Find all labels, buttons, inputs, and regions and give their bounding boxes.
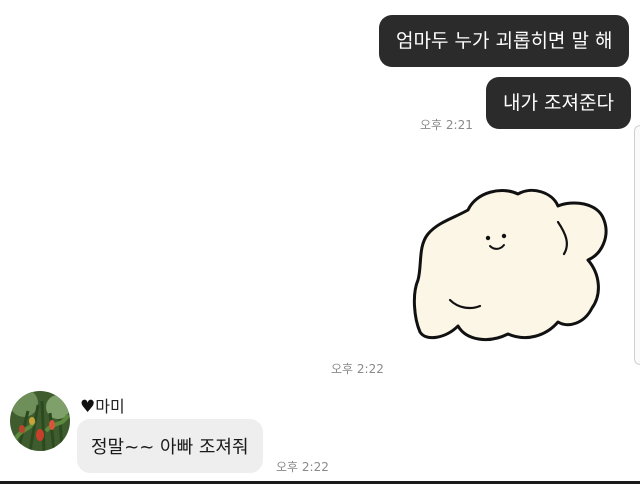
scrollbar[interactable] — [634, 125, 640, 365]
sender-name-text: 마미 — [95, 397, 125, 416]
message-text: 엄마두 누가 괴롭히면 말 해 — [396, 30, 613, 52]
message-text: 내가 조져준다 — [503, 92, 614, 114]
avatar[interactable] — [10, 391, 70, 451]
message-timestamp: 오후 2:21 — [420, 118, 473, 132]
message-bubble-sent-2[interactable]: 내가 조져준다 — [486, 77, 631, 129]
message-text: 정말~~ 아빠 조져줘 — [91, 437, 249, 458]
sticker-message[interactable] — [408, 182, 614, 350]
tulip-photo-avatar-icon — [10, 391, 70, 451]
sticker-timestamp: 오후 2:22 — [331, 362, 384, 376]
heart-icon: ♥ — [80, 397, 96, 417]
message-timestamp: 오후 2:22 — [276, 460, 329, 474]
message-bubble-sent-1[interactable]: 엄마두 누가 괴롭히면 말 해 — [379, 15, 630, 67]
smiling-blob-sticker-icon — [412, 189, 608, 342]
sender-name: ♥마미 — [80, 393, 125, 417]
message-bubble-received[interactable]: 정말~~ 아빠 조져줘 — [77, 419, 263, 473]
